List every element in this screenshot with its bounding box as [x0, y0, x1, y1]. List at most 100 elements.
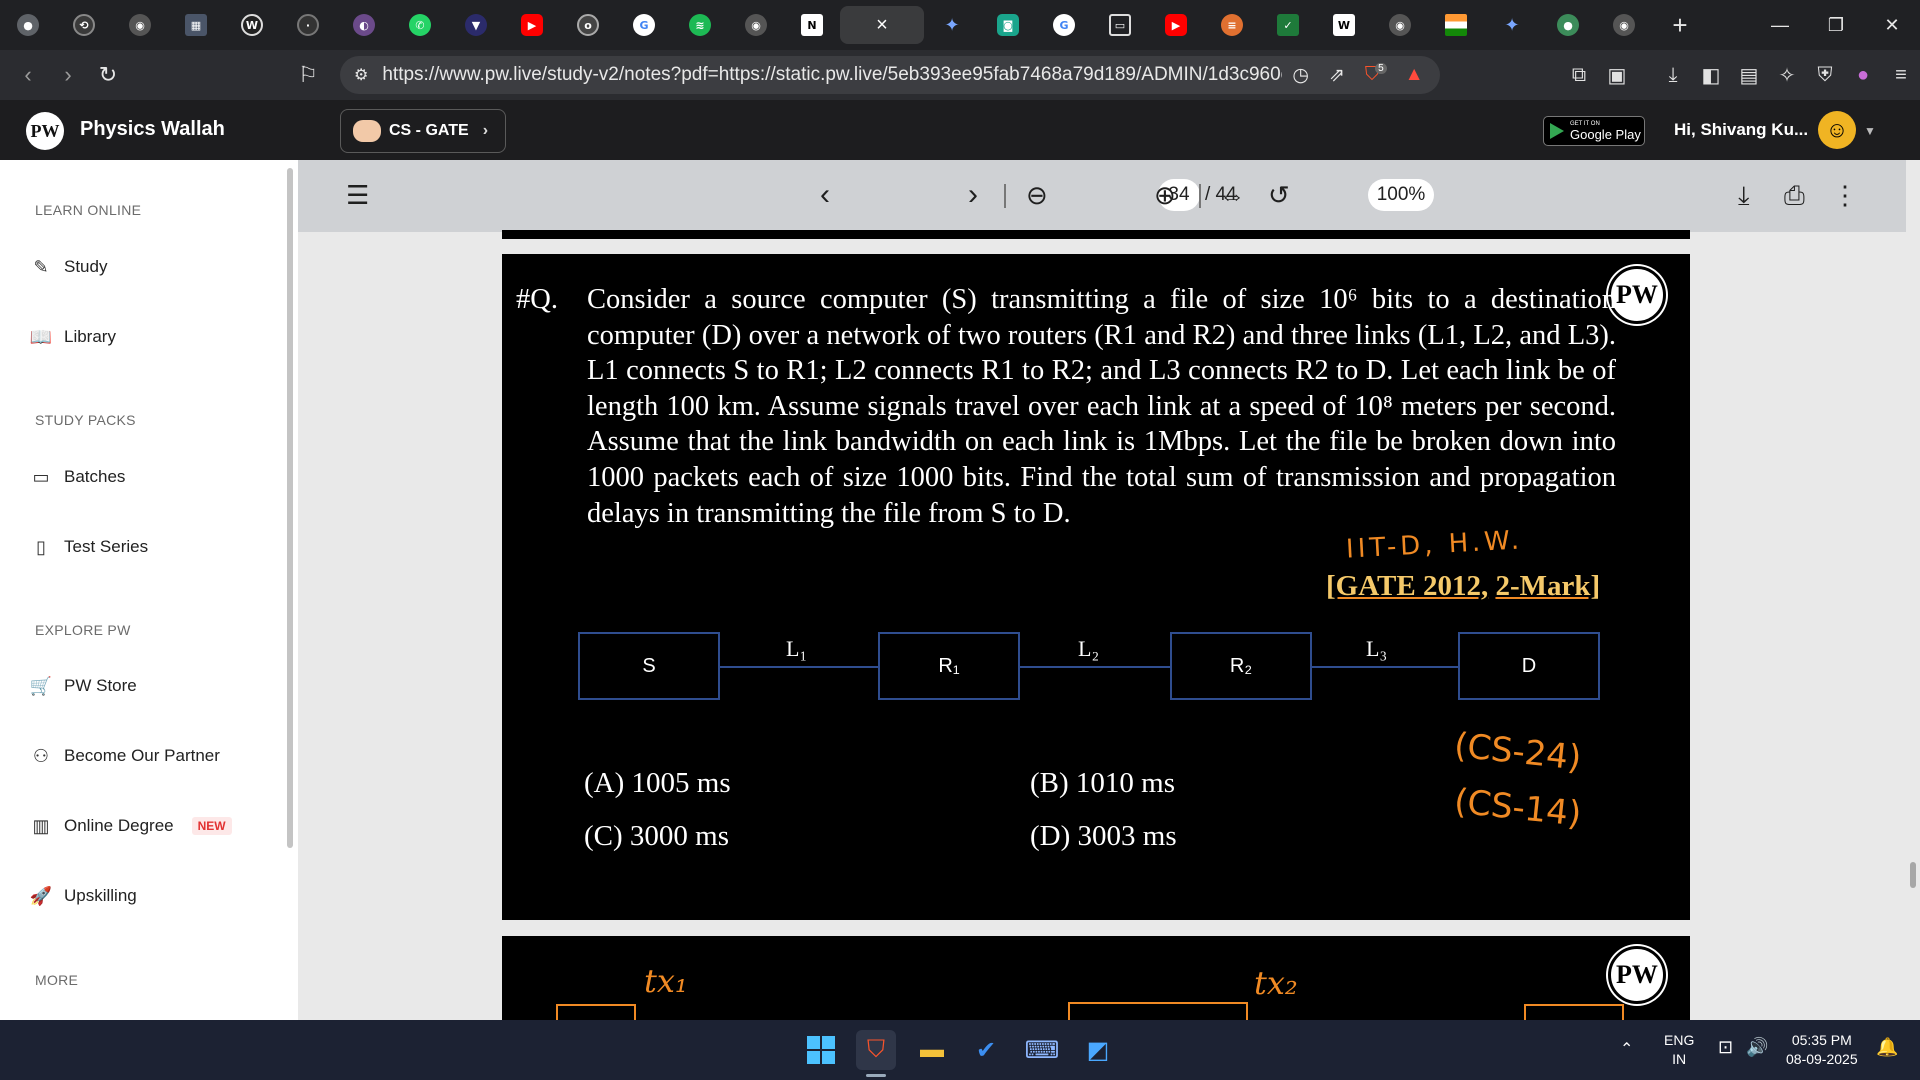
- hamburger-menu-icon[interactable]: ☰: [346, 180, 369, 211]
- pdf-scrollbar[interactable]: [1908, 162, 1918, 1018]
- previous-page-icon[interactable]: ‹: [820, 178, 830, 212]
- course-label: CS - GATE: [389, 122, 469, 139]
- new-tab-button[interactable]: +: [1652, 10, 1708, 41]
- wallet-icon[interactable]: ▤: [1730, 63, 1768, 88]
- google-icon[interactable]: G: [1036, 0, 1092, 50]
- browser-toolbar-icons: ⧉ ▣ ⤓ ◧ ▤ ✧ ⛨ ● ≡: [1560, 50, 1920, 100]
- vpn-icon[interactable]: ⛨: [1806, 64, 1844, 87]
- site-settings-icon[interactable]: ⚙: [354, 65, 368, 85]
- brave-rewards-icon[interactable]: ▲: [1405, 64, 1424, 86]
- link-line: [720, 666, 878, 668]
- active-tab-close-button[interactable]: ×: [840, 6, 924, 44]
- sidebar-item-pw-store[interactable]: 🛒 PW Store: [30, 671, 137, 701]
- brand-name[interactable]: Physics Wallah: [80, 118, 225, 141]
- more-options-icon[interactable]: ⋮: [1832, 180, 1858, 211]
- download-icon[interactable]: ⤓: [1738, 180, 1750, 212]
- sidebar-toggle-icon[interactable]: ◧: [1692, 63, 1730, 88]
- profile-icon[interactable]: ●: [1844, 64, 1882, 87]
- monitor-icon[interactable]: ▭: [1092, 0, 1148, 50]
- youtube-icon[interactable]: ▶: [504, 0, 560, 50]
- back-icon[interactable]: ‹: [8, 55, 48, 95]
- chevron-down-icon[interactable]: ▼: [1864, 124, 1876, 138]
- brave-browser-icon[interactable]: ⛉: [856, 1030, 896, 1070]
- w3schools-icon[interactable]: W: [224, 0, 280, 50]
- whatsapp-icon[interactable]: ✆: [392, 0, 448, 50]
- zoom-in-icon[interactable]: ⊕: [1154, 180, 1176, 211]
- new-badge: NEW: [191, 817, 232, 835]
- sidebar-item-online-degree[interactable]: ▥ Online Degree NEW: [30, 811, 232, 841]
- globe-icon[interactable]: ◉: [112, 0, 168, 50]
- sidebar-item-study[interactable]: ✎ Study: [30, 252, 107, 282]
- orkut-icon[interactable]: o: [560, 0, 616, 50]
- forward-icon[interactable]: ›: [48, 55, 88, 95]
- green-circle-icon[interactable]: ●: [1540, 0, 1596, 50]
- wikipedia-icon[interactable]: W: [1316, 0, 1372, 50]
- avatar[interactable]: ☺: [1818, 111, 1856, 149]
- url-bar[interactable]: ⚙ https://www.pw.live/study-v2/notes?pdf…: [340, 56, 1440, 94]
- menu-icon[interactable]: ≡: [1882, 64, 1920, 87]
- youtube-icon[interactable]: ▶: [1148, 0, 1204, 50]
- sidebar-item-test-series[interactable]: ▯ Test Series: [30, 532, 148, 562]
- file-explorer-icon[interactable]: ▬: [912, 1030, 952, 1070]
- reader-mode-icon[interactable]: ▣: [1598, 63, 1636, 88]
- notion-icon[interactable]: N: [784, 0, 840, 50]
- google-icon[interactable]: G: [616, 0, 672, 50]
- chrome-icon[interactable]: ●: [0, 0, 56, 50]
- globe-icon[interactable]: ◉: [728, 0, 784, 50]
- todo-icon[interactable]: ✔: [966, 1030, 1006, 1070]
- clock[interactable]: 05:35 PM 08-09-2025: [1786, 1031, 1858, 1069]
- sidebar-item-label: Online Degree: [64, 816, 174, 835]
- notification-bell-icon[interactable]: 🔔: [1876, 1038, 1898, 1057]
- link-line: [1020, 666, 1170, 668]
- zoom-out-icon[interactable]: ⊖: [1026, 180, 1048, 211]
- extensions-icon[interactable]: ⧉: [1560, 64, 1598, 87]
- flag-icon[interactable]: ≡: [1204, 0, 1260, 50]
- windows-start-icon[interactable]: [801, 1030, 841, 1070]
- bookmark-page-icon[interactable]: ⚐: [288, 55, 328, 95]
- tor-icon[interactable]: ◐: [336, 0, 392, 50]
- photos-icon[interactable]: ◩: [1078, 1030, 1118, 1070]
- grey-circle-icon[interactable]: ·: [280, 0, 336, 50]
- zoom-level[interactable]: 100%: [1368, 179, 1434, 211]
- spotify-icon[interactable]: ≋: [672, 0, 728, 50]
- app-header: PW Physics Wallah CS - GATE › GET IT ON …: [0, 100, 1920, 160]
- rotate-icon[interactable]: ↺: [1268, 180, 1290, 211]
- india-flag-icon[interactable]: [1428, 0, 1484, 50]
- google-play-button[interactable]: GET IT ON Google Play: [1543, 116, 1645, 146]
- network-icon[interactable]: ⊡: [1718, 1038, 1733, 1057]
- sidebar-item-batches[interactable]: ▭ Batches: [30, 462, 125, 492]
- course-selector[interactable]: CS - GATE ›: [340, 109, 506, 153]
- grid-icon[interactable]: ▦: [168, 0, 224, 50]
- reload-icon[interactable]: ↻: [88, 55, 128, 95]
- close-icon[interactable]: ✕: [1864, 0, 1920, 50]
- gemini-icon[interactable]: ✦: [924, 0, 980, 50]
- share-icon[interactable]: ⇗: [1329, 64, 1345, 87]
- show-hidden-icons[interactable]: ⌃: [1620, 1040, 1633, 1059]
- torrent-icon[interactable]: ⟲: [56, 0, 112, 50]
- degree-icon: ▥: [32, 815, 50, 836]
- restore-icon[interactable]: ❐: [1808, 0, 1864, 50]
- user-greeting[interactable]: Hi, Shivang Ku...: [1674, 120, 1808, 140]
- keyboard-app-icon[interactable]: ⌨: [1022, 1030, 1062, 1070]
- print-icon[interactable]: ⎙: [1784, 180, 1805, 212]
- language-indicator[interactable]: ENG IN: [1664, 1031, 1694, 1069]
- bookmark-icon[interactable]: ▼: [448, 0, 504, 50]
- sidebar-item-become-partner[interactable]: ⚇ Become Our Partner: [30, 741, 220, 771]
- next-page-icon[interactable]: ›: [968, 178, 978, 212]
- sidebar-item-upskilling[interactable]: 🚀 Upskilling: [30, 881, 137, 911]
- volume-icon[interactable]: 🔊: [1746, 1038, 1768, 1057]
- sidebar-item-library[interactable]: 📖 Library: [30, 322, 116, 352]
- pw-logo[interactable]: PW: [26, 112, 64, 150]
- fit-width-icon[interactable]: ⇔: [1219, 180, 1245, 211]
- browser-icon[interactable]: ◙: [980, 0, 1036, 50]
- globe-icon[interactable]: ◉: [1596, 0, 1652, 50]
- history-icon[interactable]: ◷: [1292, 64, 1309, 87]
- minimize-icon[interactable]: —: [1752, 0, 1808, 50]
- leo-icon[interactable]: ✧: [1768, 63, 1806, 88]
- sidebar-scrollbar[interactable]: [287, 168, 293, 848]
- spreadsheet-icon[interactable]: ✓: [1260, 0, 1316, 50]
- gemini-icon[interactable]: ✦: [1484, 0, 1540, 50]
- scrollbar-thumb[interactable]: [1910, 862, 1916, 888]
- downloads-icon[interactable]: ⤓: [1654, 64, 1692, 87]
- globe-icon[interactable]: ◉: [1372, 0, 1428, 50]
